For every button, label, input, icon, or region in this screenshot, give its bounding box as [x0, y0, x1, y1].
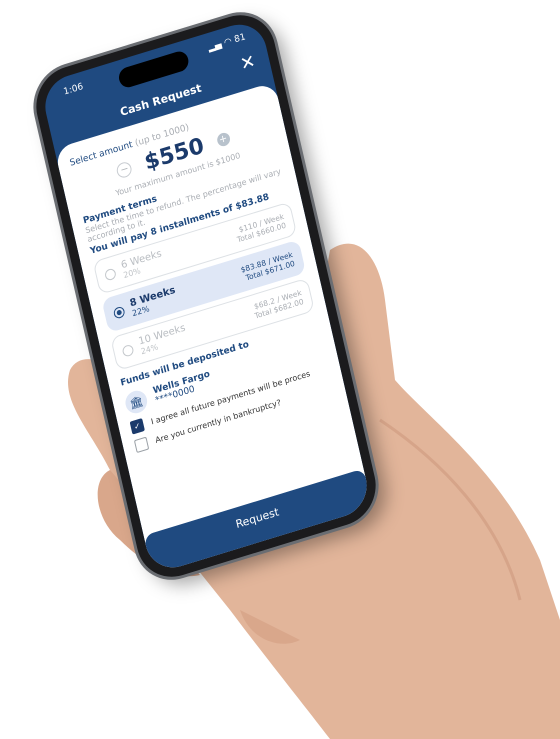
dynamic-island — [117, 49, 191, 90]
battery-level: 81 — [233, 32, 247, 46]
decrement-button[interactable]: − — [115, 160, 134, 180]
radio-button[interactable] — [121, 343, 135, 358]
radio-button[interactable] — [112, 305, 126, 320]
checkbox[interactable] — [133, 436, 150, 454]
battery-icon: ▂▄ ◠ 81 — [207, 32, 247, 54]
checkbox[interactable]: ✓ — [129, 418, 145, 435]
bank-icon: 🏛 — [123, 388, 150, 416]
increment-button[interactable]: + — [215, 131, 231, 148]
clock: 1:06 — [62, 81, 85, 98]
radio-button[interactable] — [103, 267, 117, 281]
